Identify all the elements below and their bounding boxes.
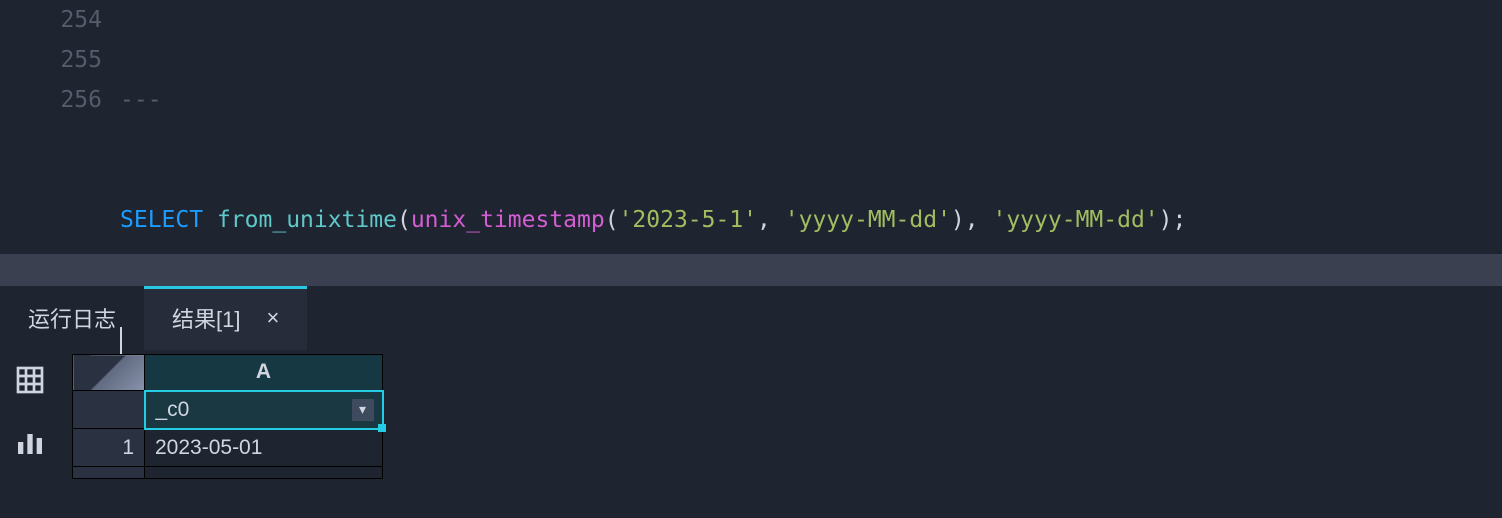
semicolon: ; <box>1173 207 1187 233</box>
fn-unix-timestamp: unix_timestamp <box>411 207 605 233</box>
code-line-254[interactable]: --- <box>120 80 1502 120</box>
line-number: 256 <box>0 80 102 120</box>
result-grid-container: A _c0 ▾ 1 2023-05-01 <box>60 350 384 518</box>
results-side-toolbar <box>0 350 60 518</box>
paren-open: ( <box>605 207 619 233</box>
comma: , <box>965 207 993 233</box>
code-editor[interactable]: 254 255 256 --- SELECT from_unixtime(uni… <box>0 0 1502 254</box>
paren-close: ) <box>951 207 965 233</box>
chevron-down-icon[interactable]: ▾ <box>352 399 374 421</box>
row-number[interactable]: 1 <box>73 429 145 467</box>
paren-open: ( <box>397 207 411 233</box>
line-number-gutter: 254 255 256 <box>0 0 120 254</box>
line-number: 255 <box>0 40 102 80</box>
field-name-cell[interactable]: _c0 ▾ <box>145 391 383 429</box>
chart-view-icon[interactable] <box>10 422 50 462</box>
tab-results[interactable]: 结果[1] × <box>144 286 307 350</box>
paren-close: ) <box>1159 207 1173 233</box>
tab-label: 结果[1] <box>172 302 240 334</box>
code-line-255[interactable]: SELECT from_unixtime(unix_timestamp('202… <box>120 200 1502 240</box>
table-corner[interactable] <box>73 355 145 391</box>
field-row-header[interactable] <box>73 391 145 429</box>
code-area[interactable]: --- SELECT from_unixtime(unix_timestamp(… <box>120 0 1502 254</box>
string-format: 'yyyy-MM-dd' <box>785 207 951 233</box>
field-name-text: _c0 <box>156 398 190 421</box>
result-table[interactable]: A _c0 ▾ 1 2023-05-01 <box>72 354 384 479</box>
string-format: 'yyyy-MM-dd' <box>992 207 1158 233</box>
comment-text: --- <box>120 87 162 113</box>
keyword-select: SELECT <box>120 207 203 233</box>
tab-run-log[interactable]: 运行日志 <box>0 286 144 350</box>
data-cell[interactable]: 2023-05-01 <box>145 429 383 467</box>
tab-label: 运行日志 <box>28 302 116 334</box>
comma: , <box>757 207 785 233</box>
column-header[interactable]: A <box>145 355 383 391</box>
fn-from-unixtime: from_unixtime <box>217 207 397 233</box>
grid-view-icon[interactable] <box>10 360 50 400</box>
line-number: 254 <box>0 0 102 40</box>
string-date: '2023-5-1' <box>619 207 757 233</box>
table-row <box>73 467 383 479</box>
close-icon[interactable]: × <box>266 305 279 331</box>
